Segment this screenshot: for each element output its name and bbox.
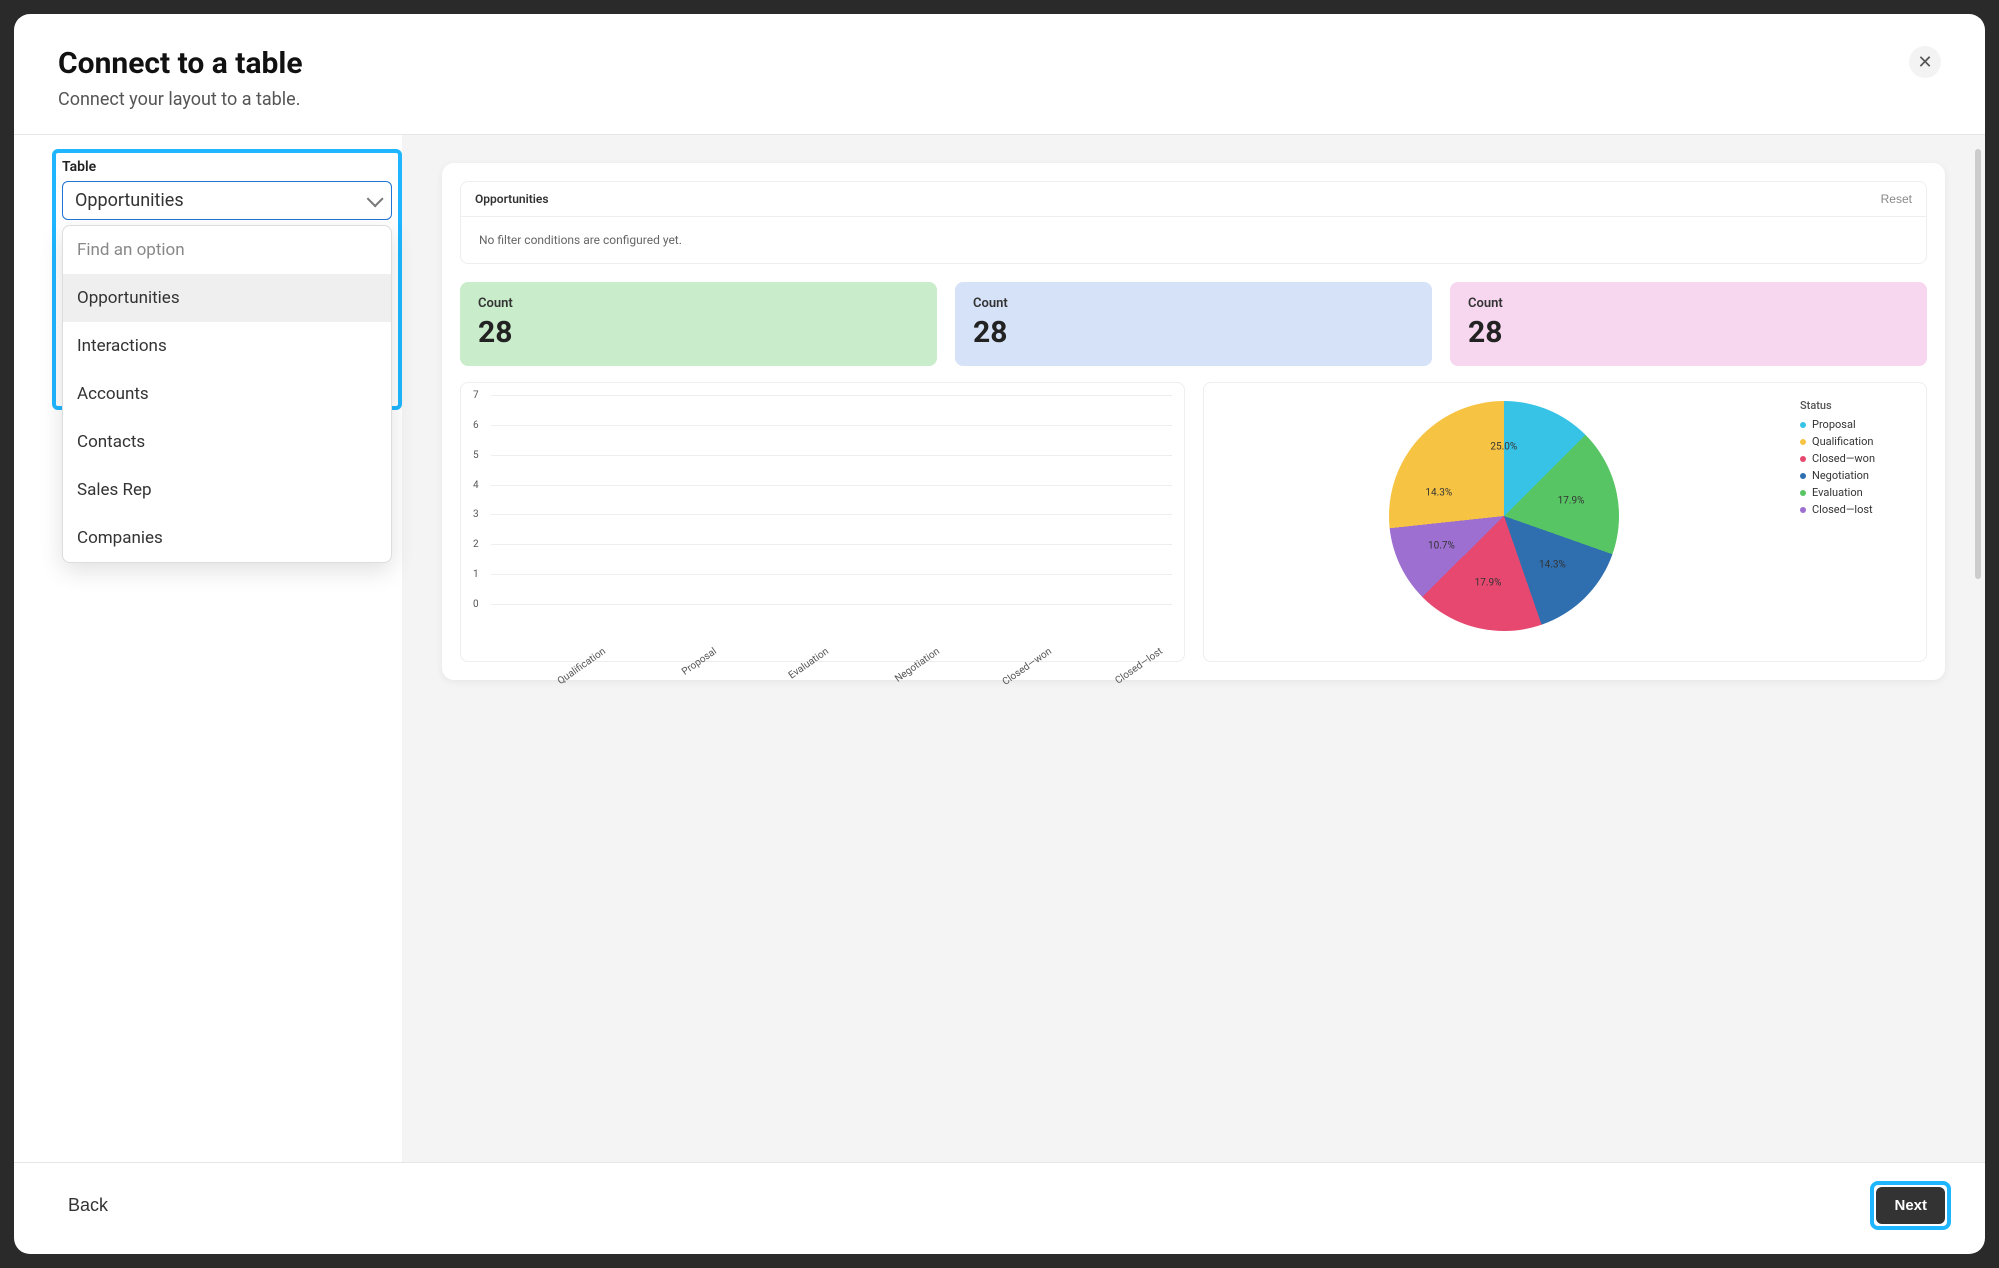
close-icon: ✕ bbox=[1917, 52, 1932, 73]
preview-title: Opportunities bbox=[475, 192, 549, 206]
legend-swatch bbox=[1800, 473, 1806, 479]
bar-xlabel: Negotiation bbox=[859, 646, 942, 709]
next-button[interactable]: Next bbox=[1876, 1187, 1945, 1224]
connect-table-modal: Connect to a table Connect your layout t… bbox=[14, 14, 1985, 1254]
legend-swatch bbox=[1800, 490, 1806, 496]
table-select-highlight: Table Opportunities Find an option Oppor… bbox=[52, 149, 402, 410]
reset-button[interactable]: Reset bbox=[1881, 192, 1912, 206]
bar-ytick: 1 bbox=[473, 569, 479, 580]
bar-xlabel: Closed—lost bbox=[1082, 646, 1165, 709]
count-cards: Count 28 Count 28 Count 28 bbox=[460, 282, 1927, 366]
pie-slice-label: 17.9% bbox=[1475, 578, 1502, 589]
legend-swatch bbox=[1800, 439, 1806, 445]
legend-title: Status bbox=[1800, 399, 1918, 412]
chevron-down-icon bbox=[367, 190, 384, 207]
dropdown-option[interactable]: Accounts bbox=[63, 370, 391, 418]
preview-header: Opportunities Reset bbox=[460, 181, 1927, 217]
legend-label: Closed—lost bbox=[1812, 503, 1873, 516]
table-dropdown: Find an option OpportunitiesInteractions… bbox=[62, 225, 392, 563]
dropdown-option[interactable]: Companies bbox=[63, 514, 391, 562]
count-label: Count bbox=[478, 296, 919, 311]
count-value: 28 bbox=[973, 315, 1414, 350]
bar-chart-card: 76543210QualificationProposalEvaluationN… bbox=[460, 382, 1185, 662]
legend-item: Closed—lost bbox=[1800, 503, 1918, 516]
dropdown-option[interactable]: Opportunities bbox=[63, 274, 391, 322]
bar-ytick: 6 bbox=[473, 420, 479, 431]
pie-slice-label: 10.7% bbox=[1428, 540, 1455, 551]
legend-label: Closed—won bbox=[1812, 452, 1875, 465]
pie-slice-label: 17.9% bbox=[1558, 495, 1585, 506]
dropdown-option[interactable]: Interactions bbox=[63, 322, 391, 370]
count-card: Count 28 bbox=[1450, 282, 1927, 366]
legend-label: Proposal bbox=[1812, 418, 1856, 431]
count-label: Count bbox=[973, 296, 1414, 311]
bar-xlabel: Evaluation bbox=[748, 646, 831, 709]
pie-slice-label: 25.0% bbox=[1490, 442, 1517, 453]
left-panel: Table Opportunities Find an option Oppor… bbox=[14, 135, 402, 1162]
bar-xlabel: Closed—won bbox=[970, 646, 1053, 709]
pie-legend: Status Proposal Qualification Closed—won Ne… bbox=[1800, 395, 1918, 520]
bar-xlabel: Proposal bbox=[636, 646, 719, 709]
modal-title: Connect to a table bbox=[58, 46, 303, 81]
filter-empty-state: No filter conditions are configured yet. bbox=[460, 217, 1927, 264]
legend-item: Closed—won bbox=[1800, 452, 1918, 465]
count-label: Count bbox=[1468, 296, 1909, 311]
count-value: 28 bbox=[1468, 315, 1909, 350]
count-value: 28 bbox=[478, 315, 919, 350]
legend-item: Negotiation bbox=[1800, 469, 1918, 482]
next-button-highlight: Next bbox=[1870, 1181, 1951, 1230]
legend-swatch bbox=[1800, 507, 1806, 513]
dropdown-options: OpportunitiesInteractionsAccountsContact… bbox=[63, 274, 391, 562]
table-field-label: Table bbox=[62, 159, 392, 175]
bar-ytick: 7 bbox=[473, 390, 479, 401]
legend-swatch bbox=[1800, 422, 1806, 428]
dropdown-search-input[interactable]: Find an option bbox=[63, 226, 391, 274]
pie-slice-label: 14.3% bbox=[1425, 487, 1452, 498]
chart-row: 7 6 5 4 3 2 1 0 Qualification Proposal Evaluation N… bbox=[460, 382, 1927, 662]
legend-item: Qualification bbox=[1800, 435, 1918, 448]
bar-xlabel: Qualification bbox=[525, 646, 608, 709]
bar-chart: 76543210QualificationProposalEvaluationN… bbox=[469, 395, 1176, 625]
pie-chart-card: 25.0% 17.9% 14.3% 17.9% 10.7% 14.3% Status Pr… bbox=[1203, 382, 1928, 662]
modal-header-text: Connect to a table Connect your layout t… bbox=[58, 46, 303, 110]
modal-header: Connect to a table Connect your layout t… bbox=[14, 14, 1985, 135]
scrollbar[interactable] bbox=[1975, 149, 1981, 579]
preview-panel: Opportunities Reset No filter conditions… bbox=[402, 135, 1985, 1162]
legend-swatch bbox=[1800, 456, 1806, 462]
bar-ytick: 2 bbox=[473, 539, 479, 550]
modal-footer: Back Next bbox=[14, 1162, 1985, 1254]
bar-ytick: 5 bbox=[473, 450, 479, 461]
legend-item: Proposal bbox=[1800, 418, 1918, 431]
legend-label: Qualification bbox=[1812, 435, 1873, 448]
legend-label: Evaluation bbox=[1812, 486, 1863, 499]
preview-card: Opportunities Reset No filter conditions… bbox=[442, 163, 1945, 680]
table-select-value: Opportunities bbox=[75, 190, 184, 211]
modal-subtitle: Connect your layout to a table. bbox=[58, 89, 303, 110]
count-card: Count 28 bbox=[460, 282, 937, 366]
dropdown-option[interactable]: Sales Rep bbox=[63, 466, 391, 514]
modal-body: Table Opportunities Find an option Oppor… bbox=[14, 135, 1985, 1162]
bar-ytick: 3 bbox=[473, 509, 479, 520]
table-select[interactable]: Opportunities bbox=[62, 181, 392, 220]
legend-label: Negotiation bbox=[1812, 469, 1869, 482]
dropdown-option[interactable]: Contacts bbox=[63, 418, 391, 466]
back-button[interactable]: Back bbox=[68, 1195, 108, 1216]
legend-item: Evaluation bbox=[1800, 486, 1918, 499]
bar-ytick: 0 bbox=[473, 599, 479, 610]
pie-slice-label: 14.3% bbox=[1539, 559, 1566, 570]
count-card: Count 28 bbox=[955, 282, 1432, 366]
bar-ytick: 4 bbox=[473, 480, 479, 491]
pie-chart: 25.0% 17.9% 14.3% 17.9% 10.7% 14.3% bbox=[1389, 401, 1619, 631]
close-button[interactable]: ✕ bbox=[1909, 46, 1941, 78]
